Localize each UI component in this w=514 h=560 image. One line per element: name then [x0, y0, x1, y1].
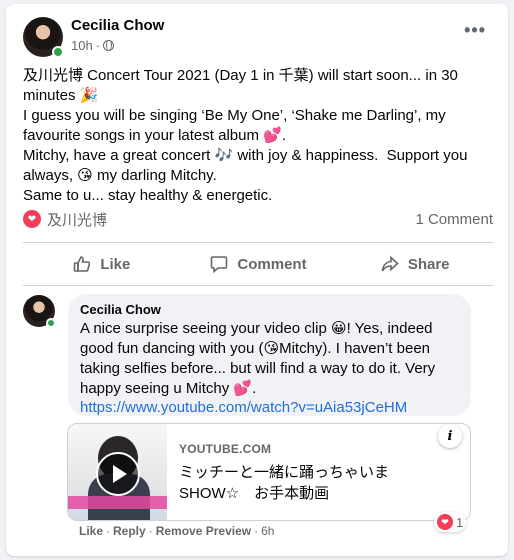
post-text-line: I guess you will be singing ‘Be My One’,…	[23, 107, 450, 144]
video-thumbnail[interactable]	[68, 424, 167, 520]
post-meta: 10h ·	[71, 38, 115, 53]
preview-domain: YOUTUBE.COM	[179, 442, 272, 456]
post-text-line: Same to u... stay healthy & energetic.	[23, 187, 273, 204]
comment-reply-link[interactable]: Reply	[113, 524, 146, 538]
commenter-avatar[interactable]	[23, 295, 56, 328]
globe-icon[interactable]	[103, 40, 115, 51]
post-text-line: 及川光博 Concert Tour 2021 (Day 1 in 千葉) wil…	[23, 67, 463, 104]
like-button[interactable]: Like	[23, 245, 180, 283]
thumbnail-caption-strip	[68, 496, 167, 509]
play-icon[interactable]	[96, 452, 140, 496]
reactions-summary: ❤ 及川光博 1 Comment	[23, 208, 493, 230]
comment-label: Comment	[237, 255, 307, 273]
heart-reaction-icon: ❤	[437, 514, 453, 530]
online-status-dot	[46, 318, 56, 328]
share-label: Share	[407, 255, 450, 273]
author-avatar[interactable]	[23, 17, 64, 58]
divider	[23, 285, 493, 286]
divider	[23, 242, 493, 243]
comment-like-link[interactable]: Like	[79, 524, 103, 538]
info-icon[interactable]: i	[438, 424, 462, 448]
comment-link[interactable]: https://www.youtube.com/watch?v=uAia53jC…	[80, 399, 459, 416]
post-actions-bar: Like Comment Share	[23, 245, 493, 283]
post-body: 及川光博 Concert Tour 2021 (Day 1 in 千葉) wil…	[23, 66, 493, 206]
share-button[interactable]: Share	[336, 245, 493, 283]
comment-reaction-count: 1	[456, 514, 464, 530]
comment-timestamp[interactable]: 6h	[261, 524, 274, 538]
comment-text: A nice surprise seeing your video clip 😀…	[80, 320, 440, 397]
post-author-name[interactable]: Cecilia Chow	[71, 17, 164, 34]
separator: ·	[148, 524, 153, 538]
post-card: Cecilia Chow 10h · ••• 及川光博 Concert Tour…	[6, 4, 508, 556]
heart-reaction-icon[interactable]: ❤	[23, 210, 41, 228]
post-timestamp[interactable]: 10h	[71, 38, 93, 53]
reactions-names[interactable]: 及川光博	[47, 209, 107, 230]
comment-bubble: Cecilia Chow A nice surprise seeing your…	[68, 294, 471, 416]
share-arrow-icon	[381, 255, 399, 272]
post-text-line: Mitchy, have a great concert 🎶 with joy …	[23, 147, 472, 184]
preview-title[interactable]: ミッチーと一緒に踊っちゃいま SHOW☆ お手本動画	[179, 462, 429, 504]
like-label: Like	[100, 255, 131, 273]
separator: ·	[106, 524, 111, 538]
more-options-icon[interactable]: •••	[464, 21, 486, 39]
comment-count-link[interactable]: 1 Comment	[415, 211, 493, 228]
meta-separator: ·	[95, 38, 101, 53]
comment-button[interactable]: Comment	[180, 245, 337, 283]
comment-actions: Like · Reply · Remove Preview · 6h	[79, 524, 274, 538]
online-status-dot	[52, 46, 64, 58]
comment-reaction-badge[interactable]: ❤ 1	[434, 512, 467, 532]
link-preview-card[interactable]: YOUTUBE.COM ミッチーと一緒に踊っちゃいま SHOW☆ お手本動画 i	[67, 423, 471, 521]
separator: ·	[254, 524, 259, 538]
comment-bubble-icon	[211, 256, 228, 274]
comment-author-name[interactable]: Cecilia Chow	[80, 302, 459, 317]
remove-preview-link[interactable]: Remove Preview	[156, 524, 251, 538]
like-thumb-icon	[74, 256, 91, 272]
